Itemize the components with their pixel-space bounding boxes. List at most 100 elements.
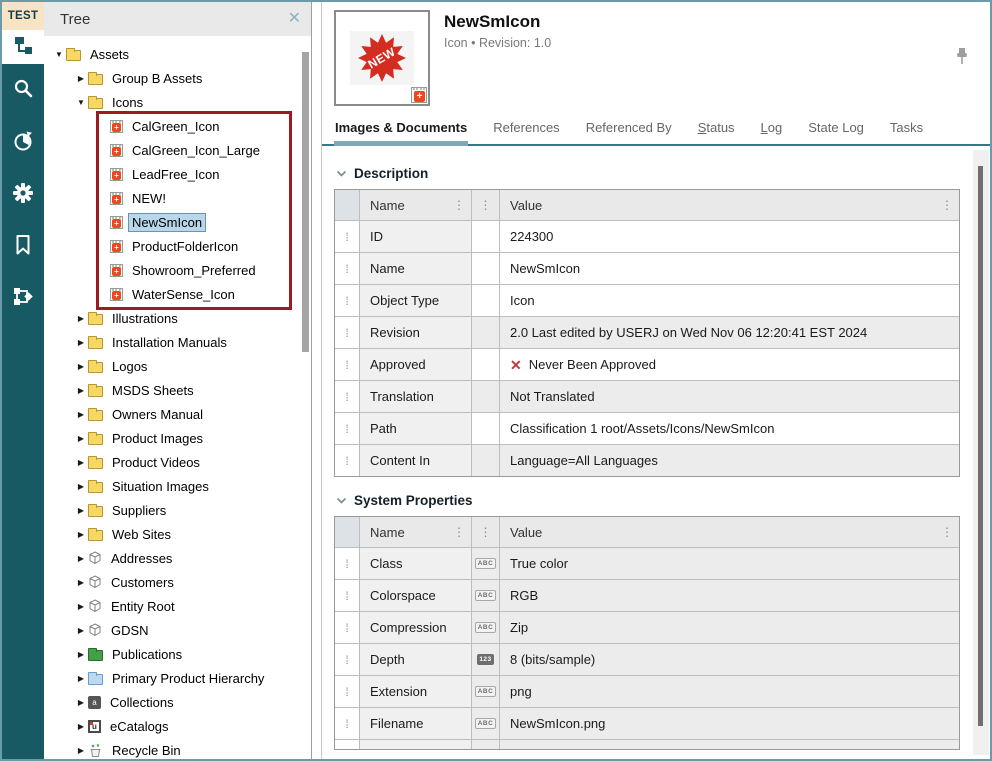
property-value[interactable]: Language=All Languages <box>499 445 959 476</box>
property-value[interactable]: png <box>499 676 959 707</box>
expand-arrow-icon[interactable]: ▶ <box>74 386 88 395</box>
column-menu-icon[interactable]: ⋮ <box>480 198 492 212</box>
tree-item-publications[interactable]: ▶Publications <box>44 642 311 666</box>
property-row-approved[interactable]: ⁞Approved✕Never Been Approved <box>335 348 959 380</box>
tree-item-situation-images[interactable]: ▶Situation Images <box>44 474 311 498</box>
collapse-arrow-icon[interactable]: ▼ <box>74 98 88 107</box>
tree-scrollbar-thumb[interactable] <box>302 52 309 352</box>
expand-arrow-icon[interactable]: ▶ <box>74 362 88 371</box>
tree-item-addresses[interactable]: ▶Addresses <box>44 546 311 570</box>
content-scrollbar-thumb[interactable] <box>978 166 983 726</box>
tree-item-collections[interactable]: ▶aCollections <box>44 690 311 714</box>
row-menu-handle[interactable]: ⁞ <box>335 548 359 579</box>
tree-item-newsmicon[interactable]: +NewSmIcon <box>44 210 311 234</box>
tree-item-productfoldericon[interactable]: +ProductFolderIcon <box>44 234 311 258</box>
expand-arrow-icon[interactable]: ▶ <box>74 554 88 563</box>
property-value[interactable]: 8 (bits/sample) <box>499 644 959 675</box>
tree-item-owners-manual[interactable]: ▶Owners Manual <box>44 402 311 426</box>
row-menu-handle[interactable]: ⁞ <box>335 612 359 643</box>
property-value[interactable]: Icon <box>499 285 959 316</box>
property-value[interactable]: 224300 <box>499 221 959 252</box>
column-menu-icon[interactable]: ⋮ <box>941 198 953 212</box>
nav-tree-button[interactable] <box>2 30 44 64</box>
content-scrollbar[interactable] <box>973 150 989 755</box>
property-value[interactable]: True color <box>499 548 959 579</box>
expand-arrow-icon[interactable]: ▶ <box>74 74 88 83</box>
expand-arrow-icon[interactable]: ▶ <box>74 746 88 755</box>
property-value[interactable]: NewSmIcon.png <box>499 708 959 739</box>
close-icon[interactable]: ✕ <box>288 11 301 27</box>
row-menu-handle[interactable]: ⁞ <box>335 644 359 675</box>
expand-arrow-icon[interactable]: ▶ <box>74 458 88 467</box>
property-row-id[interactable]: ⁞ID224300 <box>335 220 959 252</box>
expand-arrow-icon[interactable]: ▶ <box>74 698 88 707</box>
tree-item-ecatalogs[interactable]: ▶ueCatalogs <box>44 714 311 738</box>
tree-item-primary-product-hierarchy[interactable]: ▶Primary Product Hierarchy <box>44 666 311 690</box>
row-menu-handle[interactable]: ⁞ <box>335 221 359 252</box>
tree-item-customers[interactable]: ▶Customers <box>44 570 311 594</box>
tree-item-illustrations[interactable]: ▶Illustrations <box>44 306 311 330</box>
pin-icon[interactable] <box>954 48 970 71</box>
tab-references[interactable]: References <box>492 111 560 144</box>
expand-arrow-icon[interactable]: ▶ <box>74 602 88 611</box>
property-value[interactable]: 2.0 Last edited by USERJ on Wed Nov 06 1… <box>499 317 959 348</box>
tree-item-web-sites[interactable]: ▶Web Sites <box>44 522 311 546</box>
row-menu-handle[interactable]: ⁞ <box>335 413 359 444</box>
row-menu-handle[interactable]: ⁞ <box>335 317 359 348</box>
tree-item-suppliers[interactable]: ▶Suppliers <box>44 498 311 522</box>
section-header-description[interactable]: Description <box>336 166 960 181</box>
property-row-revision[interactable]: ⁞Revision2.0 Last edited by USERJ on Wed… <box>335 316 959 348</box>
property-row-name[interactable]: ⁞NameNewSmIcon <box>335 252 959 284</box>
tree-item-group-b-assets[interactable]: ▶Group B Assets <box>44 66 311 90</box>
expand-arrow-icon[interactable]: ▶ <box>74 338 88 347</box>
tree-item-leadfree-icon[interactable]: +LeadFree_Icon <box>44 162 311 186</box>
tab-log[interactable]: Log <box>760 111 784 144</box>
tree-item-showroom-preferred[interactable]: +Showroom_Preferred <box>44 258 311 282</box>
nav-search-button[interactable] <box>2 74 44 108</box>
property-value[interactable]: NewSmIcon <box>499 253 959 284</box>
nav-settings-button[interactable] <box>2 178 44 212</box>
collapse-arrow-icon[interactable]: ▼ <box>52 50 66 59</box>
tree-item-new[interactable]: +NEW! <box>44 186 311 210</box>
expand-arrow-icon[interactable]: ▶ <box>74 530 88 539</box>
column-menu-icon[interactable]: ⋮ <box>453 198 465 212</box>
row-menu-handle[interactable]: ⁞ <box>335 676 359 707</box>
property-value[interactable]: RGB <box>499 580 959 611</box>
expand-arrow-icon[interactable]: ▶ <box>74 482 88 491</box>
row-menu-handle[interactable]: ⁞ <box>335 285 359 316</box>
tab-state-log[interactable]: State Log <box>807 111 865 144</box>
row-menu-handle[interactable]: ⁞ <box>335 708 359 739</box>
property-row-depth[interactable]: ⁞Depth1238 (bits/sample) <box>335 643 959 675</box>
expand-arrow-icon[interactable]: ▶ <box>74 626 88 635</box>
row-menu-handle[interactable]: ⁞ <box>335 445 359 476</box>
property-value[interactable]: ✕Never Been Approved <box>499 349 959 380</box>
property-row-object-type[interactable]: ⁞Object TypeIcon <box>335 284 959 316</box>
tab-referenced-by[interactable]: Referenced By <box>585 111 673 144</box>
tree-item-recycle-bin[interactable]: ▶Recycle Bin <box>44 738 311 759</box>
tree-item-product-videos[interactable]: ▶Product Videos <box>44 450 311 474</box>
section-header-system-properties[interactable]: System Properties <box>336 493 960 508</box>
expand-arrow-icon[interactable]: ▶ <box>74 578 88 587</box>
expand-arrow-icon[interactable]: ▶ <box>74 650 88 659</box>
property-row-colorspace[interactable]: ⁞ColorspaceABCRGB <box>335 579 959 611</box>
tree-item-gdsn[interactable]: ▶GDSN <box>44 618 311 642</box>
tree-item-calgreen-icon-large[interactable]: +CalGreen_Icon_Large <box>44 138 311 162</box>
tree-item-msds-sheets[interactable]: ▶MSDS Sheets <box>44 378 311 402</box>
tab-tasks[interactable]: Tasks <box>889 111 924 144</box>
expand-arrow-icon[interactable]: ▶ <box>74 722 88 731</box>
column-menu-icon[interactable]: ⋮ <box>480 525 492 539</box>
tab-images-documents[interactable]: Images & Documents <box>334 111 468 144</box>
tree-item-installation-manuals[interactable]: ▶Installation Manuals <box>44 330 311 354</box>
tree-item-entity-root[interactable]: ▶Entity Root <box>44 594 311 618</box>
property-value[interactable]: Classification 1 root/Assets/Icons/NewSm… <box>499 413 959 444</box>
property-row-filename[interactable]: ⁞FilenameABCNewSmIcon.png <box>335 707 959 739</box>
tree-item-product-images[interactable]: ▶Product Images <box>44 426 311 450</box>
row-menu-handle[interactable]: ⁞ <box>335 381 359 412</box>
property-row-translation[interactable]: ⁞TranslationNot Translated <box>335 380 959 412</box>
row-menu-handle[interactable]: ⁞ <box>335 349 359 380</box>
column-menu-icon[interactable]: ⋮ <box>941 525 953 539</box>
row-menu-handle[interactable]: ⁞ <box>335 580 359 611</box>
tab-status[interactable]: Status <box>697 111 736 144</box>
expand-arrow-icon[interactable]: ▶ <box>74 674 88 683</box>
nav-workflow-button[interactable] <box>2 282 44 316</box>
